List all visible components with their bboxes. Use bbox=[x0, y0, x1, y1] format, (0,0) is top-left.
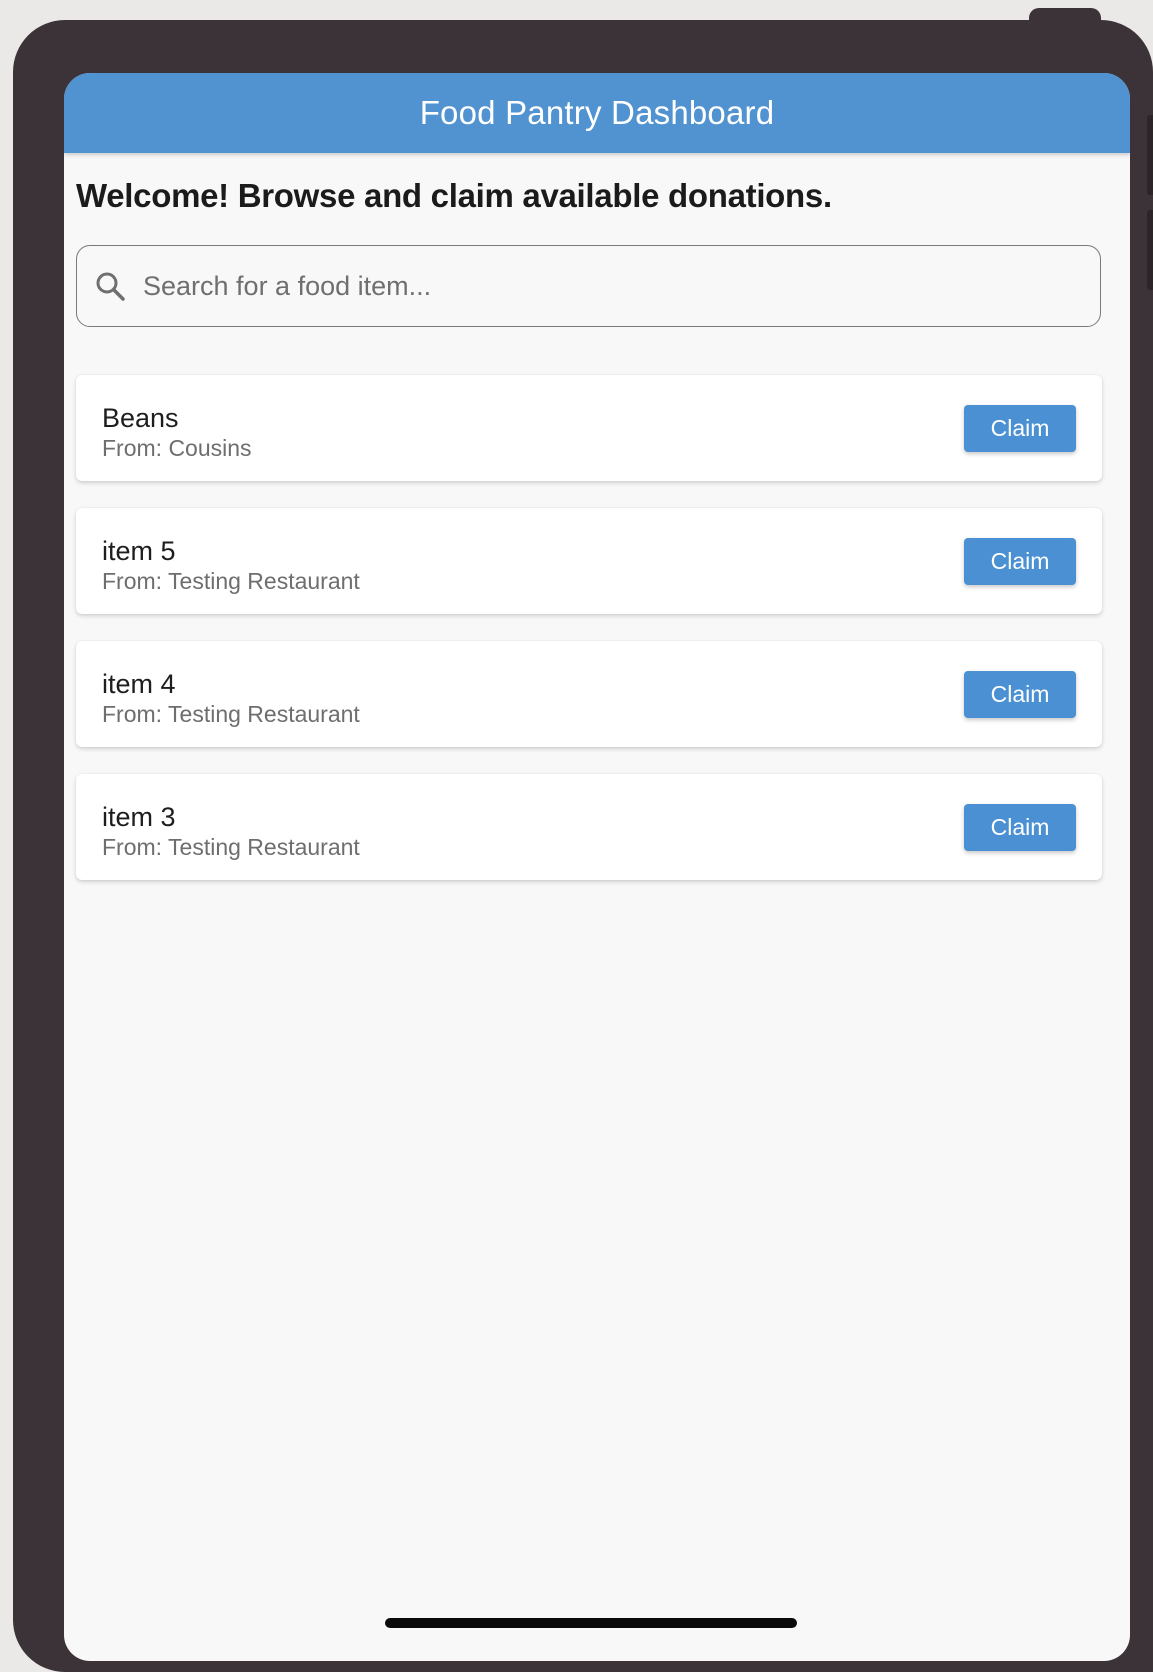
welcome-heading: Welcome! Browse and claim available dona… bbox=[76, 177, 832, 214]
item-donor: From: Testing Restaurant bbox=[102, 834, 360, 860]
list-item: item 5 From: Testing Restaurant Claim bbox=[76, 508, 1102, 614]
item-name: item 3 bbox=[102, 802, 176, 832]
app-title: Food Pantry Dashboard bbox=[419, 94, 775, 131]
volume-button-lower bbox=[1147, 210, 1153, 290]
claim-button[interactable]: Claim bbox=[964, 538, 1076, 585]
item-name: Beans bbox=[102, 403, 179, 433]
item-name: item 5 bbox=[102, 536, 176, 566]
item-name: item 4 bbox=[102, 669, 176, 699]
search-field[interactable] bbox=[76, 245, 1101, 327]
app-screen: Food Pantry Dashboard Welcome! Browse an… bbox=[64, 73, 1130, 1661]
item-donor: From: Testing Restaurant bbox=[102, 701, 360, 727]
camera-bump bbox=[1029, 8, 1101, 36]
claim-button[interactable]: Claim bbox=[964, 405, 1076, 452]
list-item: Beans From: Cousins Claim bbox=[76, 375, 1102, 481]
volume-button bbox=[1147, 115, 1153, 195]
search-icon bbox=[93, 269, 127, 303]
item-donor: From: Testing Restaurant bbox=[102, 568, 360, 594]
home-indicator[interactable] bbox=[385, 1618, 797, 1628]
list-item: item 3 From: Testing Restaurant Claim bbox=[76, 774, 1102, 880]
claim-button[interactable]: Claim bbox=[964, 804, 1076, 851]
donation-list: Beans From: Cousins Claim item 5 From: T… bbox=[76, 375, 1102, 907]
list-item: item 4 From: Testing Restaurant Claim bbox=[76, 641, 1102, 747]
app-bar: Food Pantry Dashboard bbox=[64, 73, 1130, 153]
tablet-frame: Food Pantry Dashboard Welcome! Browse an… bbox=[13, 20, 1153, 1672]
search-input[interactable] bbox=[143, 270, 1023, 302]
claim-button[interactable]: Claim bbox=[964, 671, 1076, 718]
item-donor: From: Cousins bbox=[102, 435, 252, 461]
